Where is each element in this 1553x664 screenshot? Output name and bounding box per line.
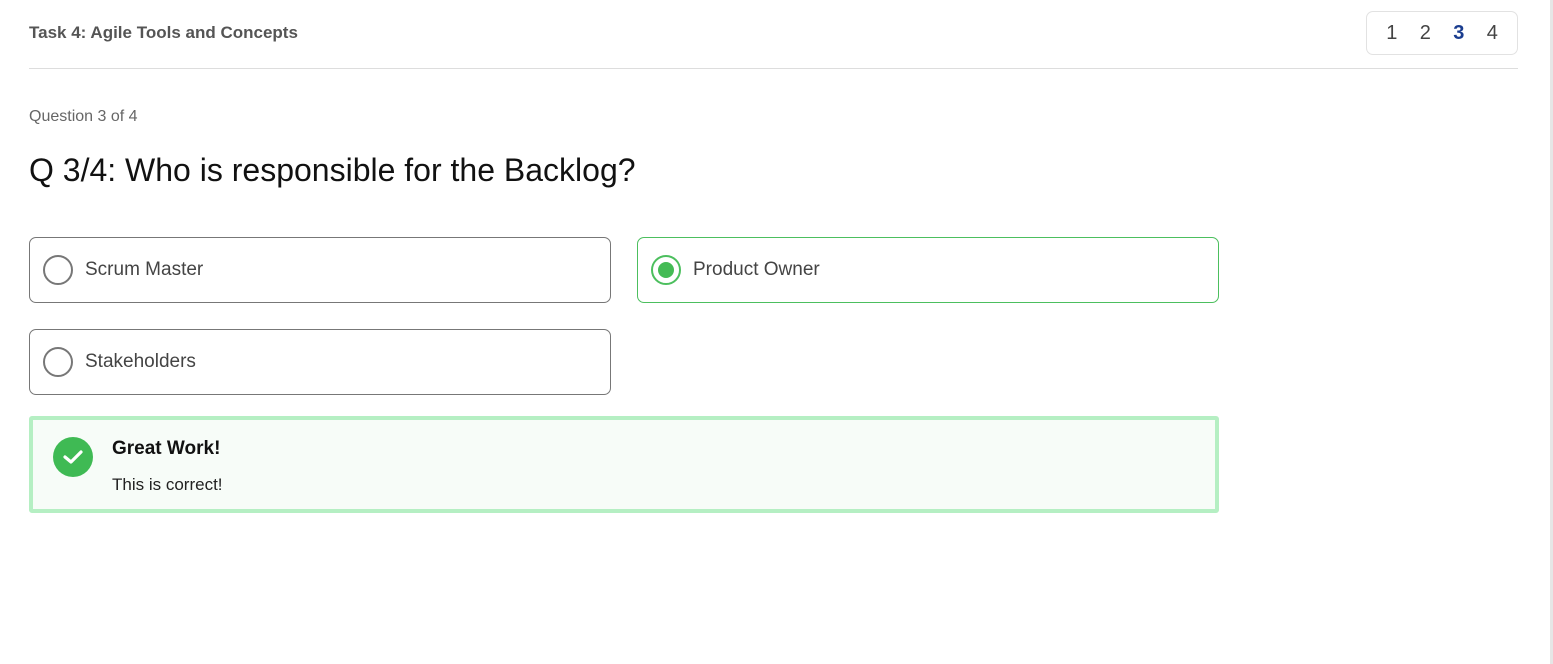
question-pager: 1 2 3 4 <box>1366 11 1518 55</box>
check-circle-icon <box>53 437 93 477</box>
option-label: Scrum Master <box>85 259 204 280</box>
question-title: Q 3/4: Who is responsible for the Backlo… <box>29 152 636 188</box>
option-scrum-master[interactable]: Scrum Master <box>29 237 611 303</box>
feedback-title: Great Work! <box>112 438 221 459</box>
feedback-banner: Great Work! This is correct! <box>29 416 1219 513</box>
radio-selected-icon[interactable] <box>651 255 681 285</box>
feedback-message: This is correct! <box>112 475 223 494</box>
page-3-link[interactable]: 3 <box>1447 22 1471 45</box>
radio-icon[interactable] <box>43 347 73 377</box>
option-label: Stakeholders <box>85 351 196 372</box>
page-4-link[interactable]: 4 <box>1480 22 1504 45</box>
option-product-owner[interactable]: Product Owner <box>637 237 1219 303</box>
radio-icon[interactable] <box>43 255 73 285</box>
task-title: Task 4: Agile Tools and Concepts <box>29 23 298 42</box>
page-2-link[interactable]: 2 <box>1413 22 1437 45</box>
question-counter: Question 3 of 4 <box>29 108 138 125</box>
option-stakeholders[interactable]: Stakeholders <box>29 329 611 395</box>
header: Task 4: Agile Tools and Concepts 1 2 3 4 <box>29 0 1518 69</box>
page-1-link[interactable]: 1 <box>1380 22 1404 45</box>
option-label: Product Owner <box>693 259 820 280</box>
